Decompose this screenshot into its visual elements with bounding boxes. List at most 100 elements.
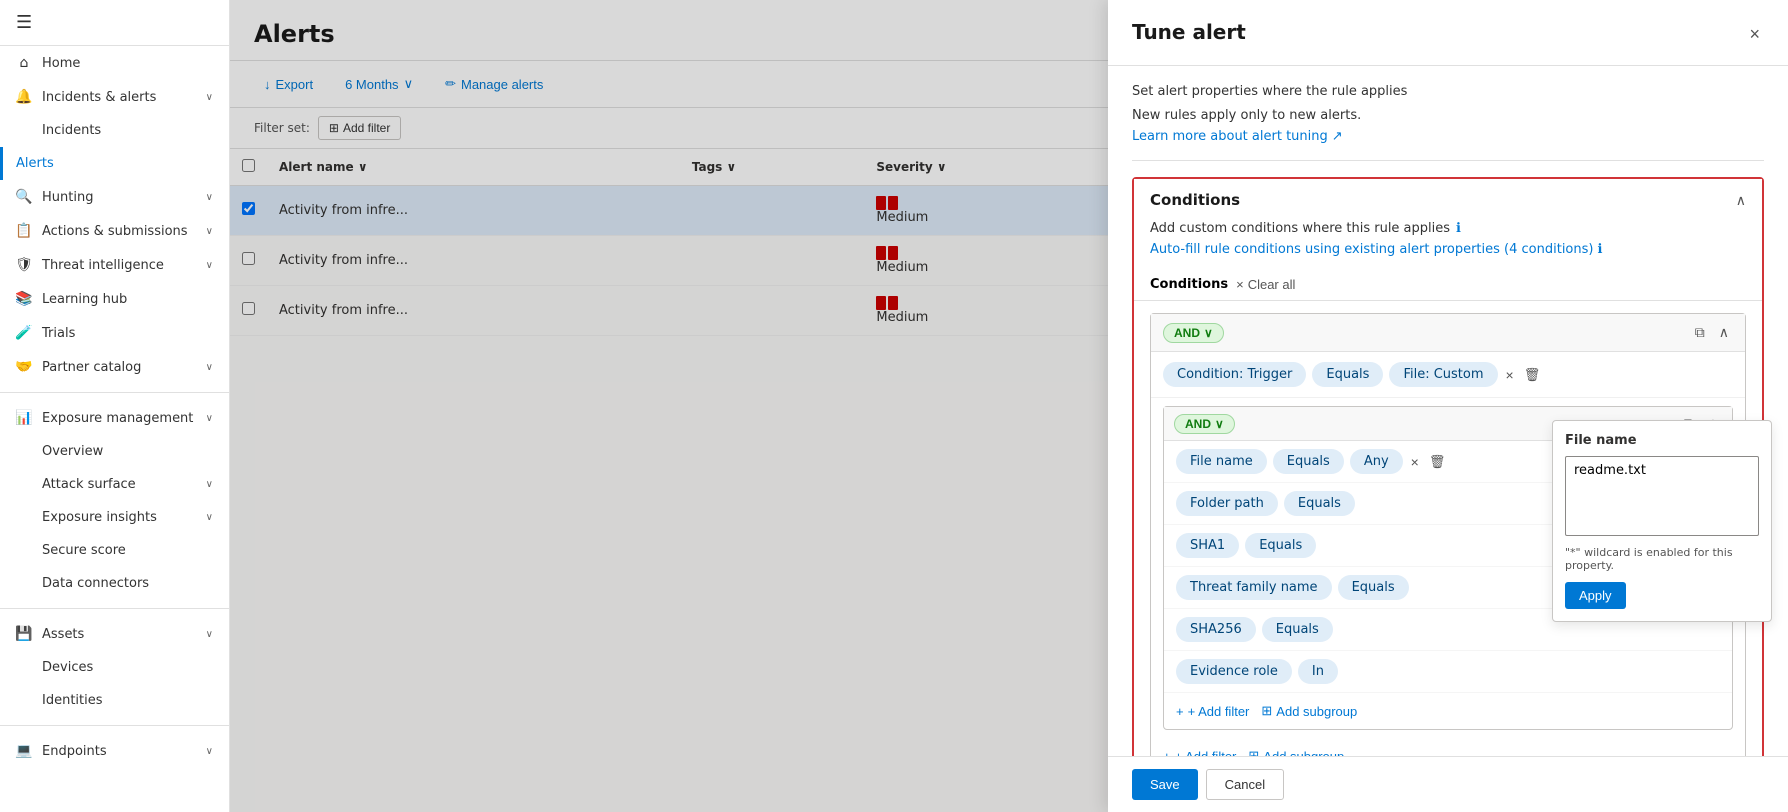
- save-button[interactable]: Save: [1132, 769, 1198, 800]
- autofill-link[interactable]: Auto-fill rule conditions using existing…: [1150, 242, 1746, 257]
- learning-icon: 📚: [16, 291, 32, 307]
- inner-and-badge[interactable]: AND ∨: [1174, 414, 1235, 434]
- conditions-collapse-button[interactable]: ∧: [1736, 192, 1746, 209]
- outer-and-badge[interactable]: AND ∨: [1163, 323, 1224, 343]
- filter-operator-pill[interactable]: Equals: [1338, 575, 1409, 600]
- filter-operator-pill[interactable]: In: [1298, 659, 1338, 684]
- sidebar-item-label: Data connectors: [42, 576, 149, 591]
- sidebar-item-exposure-management[interactable]: 📊 Exposure management ∨: [0, 401, 229, 435]
- outer-and-label: AND: [1174, 326, 1200, 340]
- filter-operator-pill[interactable]: Equals: [1273, 449, 1344, 474]
- autofill-text: Auto-fill rule conditions using existing…: [1150, 242, 1593, 257]
- filter-operator-pill[interactable]: Equals: [1262, 617, 1333, 642]
- filter-operator-pill[interactable]: Equals: [1245, 533, 1316, 558]
- panel-desc-line2: New rules apply only to new alerts.: [1132, 106, 1764, 126]
- sidebar-item-label: Endpoints: [42, 744, 107, 759]
- filter-name-pill[interactable]: Threat family name: [1176, 575, 1332, 600]
- learn-more-text: Learn more about alert tuning: [1132, 129, 1328, 144]
- sidebar-item-partner-catalog[interactable]: 🤝 Partner catalog ∨: [0, 350, 229, 384]
- sidebar-item-label: Alerts: [16, 156, 54, 171]
- info-icon: ℹ: [1456, 221, 1461, 236]
- sidebar-item-overview[interactable]: Overview: [0, 435, 229, 468]
- chevron-down-icon: ∨: [206, 479, 213, 490]
- chevron-down-icon: ∨: [206, 260, 213, 271]
- filter-remove-button[interactable]: ×: [1409, 452, 1421, 472]
- sidebar-item-label: Actions & submissions: [42, 224, 188, 239]
- sidebar-item-label: Attack surface: [42, 477, 136, 492]
- panel-footer: Save Cancel: [1108, 756, 1788, 812]
- outer-add-subgroup-button[interactable]: ⊞ Add subgroup: [1248, 748, 1344, 756]
- chevron-down-icon: ∨: [206, 413, 213, 424]
- conditions-sub-text: Add custom conditions where this rule ap…: [1150, 221, 1450, 236]
- chevron-down-icon: ∨: [1204, 326, 1213, 340]
- sidebar-item-actions-submissions[interactable]: 📋 Actions & submissions ∨: [0, 214, 229, 248]
- sidebar-item-learning-hub[interactable]: 📚 Learning hub: [0, 282, 229, 316]
- filter-name-pill[interactable]: SHA1: [1176, 533, 1239, 558]
- sidebar-item-incidents[interactable]: Incidents: [0, 114, 229, 147]
- clear-all-button[interactable]: × Clear all: [1236, 277, 1295, 292]
- learn-more-link[interactable]: Learn more about alert tuning ↗: [1132, 129, 1764, 144]
- sidebar-item-assets[interactable]: 💾 Assets ∨: [0, 617, 229, 651]
- sidebar-item-incidents-alerts[interactable]: 🔔 Incidents & alerts ∨: [0, 80, 229, 114]
- filename-input[interactable]: readme.txt: [1565, 456, 1759, 536]
- outer-and-header: AND ∨ ⧉ ∧: [1151, 314, 1745, 352]
- incidents-alerts-icon: 🔔: [16, 89, 32, 105]
- sidebar-item-trials[interactable]: 🧪 Trials: [0, 316, 229, 350]
- trials-icon: 🧪: [16, 325, 32, 341]
- outer-copy-button[interactable]: ⧉: [1691, 322, 1709, 343]
- apply-button[interactable]: Apply: [1565, 582, 1626, 609]
- external-link-icon: ↗: [1332, 129, 1343, 144]
- sidebar-item-devices[interactable]: Devices: [0, 651, 229, 684]
- outer-add-subgroup-label: Add subgroup: [1263, 749, 1344, 757]
- sidebar-item-attack-surface[interactable]: Attack surface ∨: [0, 468, 229, 501]
- sidebar-item-alerts[interactable]: Alerts: [0, 147, 229, 180]
- sidebar-item-data-connectors[interactable]: Data connectors: [0, 567, 229, 600]
- outer-add-filter-button[interactable]: + + Add filter: [1163, 749, 1236, 757]
- sidebar-item-endpoints[interactable]: 💻 Endpoints ∨: [0, 734, 229, 768]
- sidebar-item-threat-intelligence[interactable]: 🛡 Threat intelligence ∨: [0, 248, 229, 282]
- filter-value-pill[interactable]: Any: [1350, 449, 1403, 474]
- sidebar-item-hunting[interactable]: 🔍 Hunting ∨: [0, 180, 229, 214]
- sidebar-item-identities[interactable]: Identities: [0, 684, 229, 717]
- filter-name-pill[interactable]: Folder path: [1176, 491, 1278, 516]
- condition-remove-button[interactable]: ×: [1504, 365, 1516, 385]
- inner-add-filter-label: + Add filter: [1188, 704, 1250, 719]
- filter-delete-button[interactable]: 🗑: [1427, 452, 1448, 472]
- sidebar-item-label: Hunting: [42, 190, 93, 205]
- autofill-info-icon: ℹ: [1597, 242, 1602, 257]
- sidebar-item-exposure-insights[interactable]: Exposure insights ∨: [0, 501, 229, 534]
- chevron-down-icon: ∨: [206, 746, 213, 757]
- assets-icon: 💾: [16, 626, 32, 642]
- inner-add-subgroup-button[interactable]: ⊞ Add subgroup: [1261, 703, 1357, 719]
- hamburger-icon[interactable]: ☰: [16, 12, 32, 33]
- chevron-down-icon: ∨: [206, 362, 213, 373]
- cancel-button[interactable]: Cancel: [1206, 769, 1284, 800]
- chevron-down-icon: ∨: [1215, 417, 1224, 431]
- chevron-down-icon: ∨: [206, 92, 213, 103]
- conditions-sub: Add custom conditions where this rule ap…: [1134, 221, 1762, 269]
- clear-x-icon: ×: [1236, 277, 1244, 292]
- close-button[interactable]: ×: [1745, 20, 1764, 49]
- filter-name-pill[interactable]: Evidence role: [1176, 659, 1292, 684]
- sidebar-item-label: Overview: [42, 444, 103, 459]
- inner-add-filter-button[interactable]: + + Add filter: [1176, 704, 1249, 719]
- sidebar-item-secure-score[interactable]: Secure score: [0, 534, 229, 567]
- filter-option-row[interactable]: Evidence role In: [1164, 651, 1732, 693]
- filter-operator-pill[interactable]: Equals: [1284, 491, 1355, 516]
- filter-name-pill[interactable]: File name: [1176, 449, 1267, 474]
- endpoints-icon: 💻: [16, 743, 32, 759]
- panel-desc-line1: Set alert properties where the rule appl…: [1132, 82, 1764, 102]
- condition-trigger-pill[interactable]: Condition: Trigger: [1163, 362, 1306, 387]
- filter-name-pill[interactable]: SHA256: [1176, 617, 1256, 642]
- conditions-bar-label: Conditions: [1150, 277, 1228, 292]
- sidebar-item-home[interactable]: ⌂ Home: [0, 46, 229, 80]
- condition-equals-pill[interactable]: Equals: [1312, 362, 1383, 387]
- condition-delete-button[interactable]: 🗑: [1522, 365, 1543, 385]
- chevron-down-icon: ∨: [206, 226, 213, 237]
- panel-body: Set alert properties where the rule appl…: [1108, 66, 1788, 756]
- inner-and-label: AND: [1185, 417, 1211, 431]
- outer-collapse-button[interactable]: ∧: [1715, 322, 1733, 343]
- sidebar-item-label: Learning hub: [42, 292, 127, 307]
- condition-value-pill[interactable]: File: Custom: [1389, 362, 1497, 387]
- threat-icon: 🛡: [16, 257, 32, 273]
